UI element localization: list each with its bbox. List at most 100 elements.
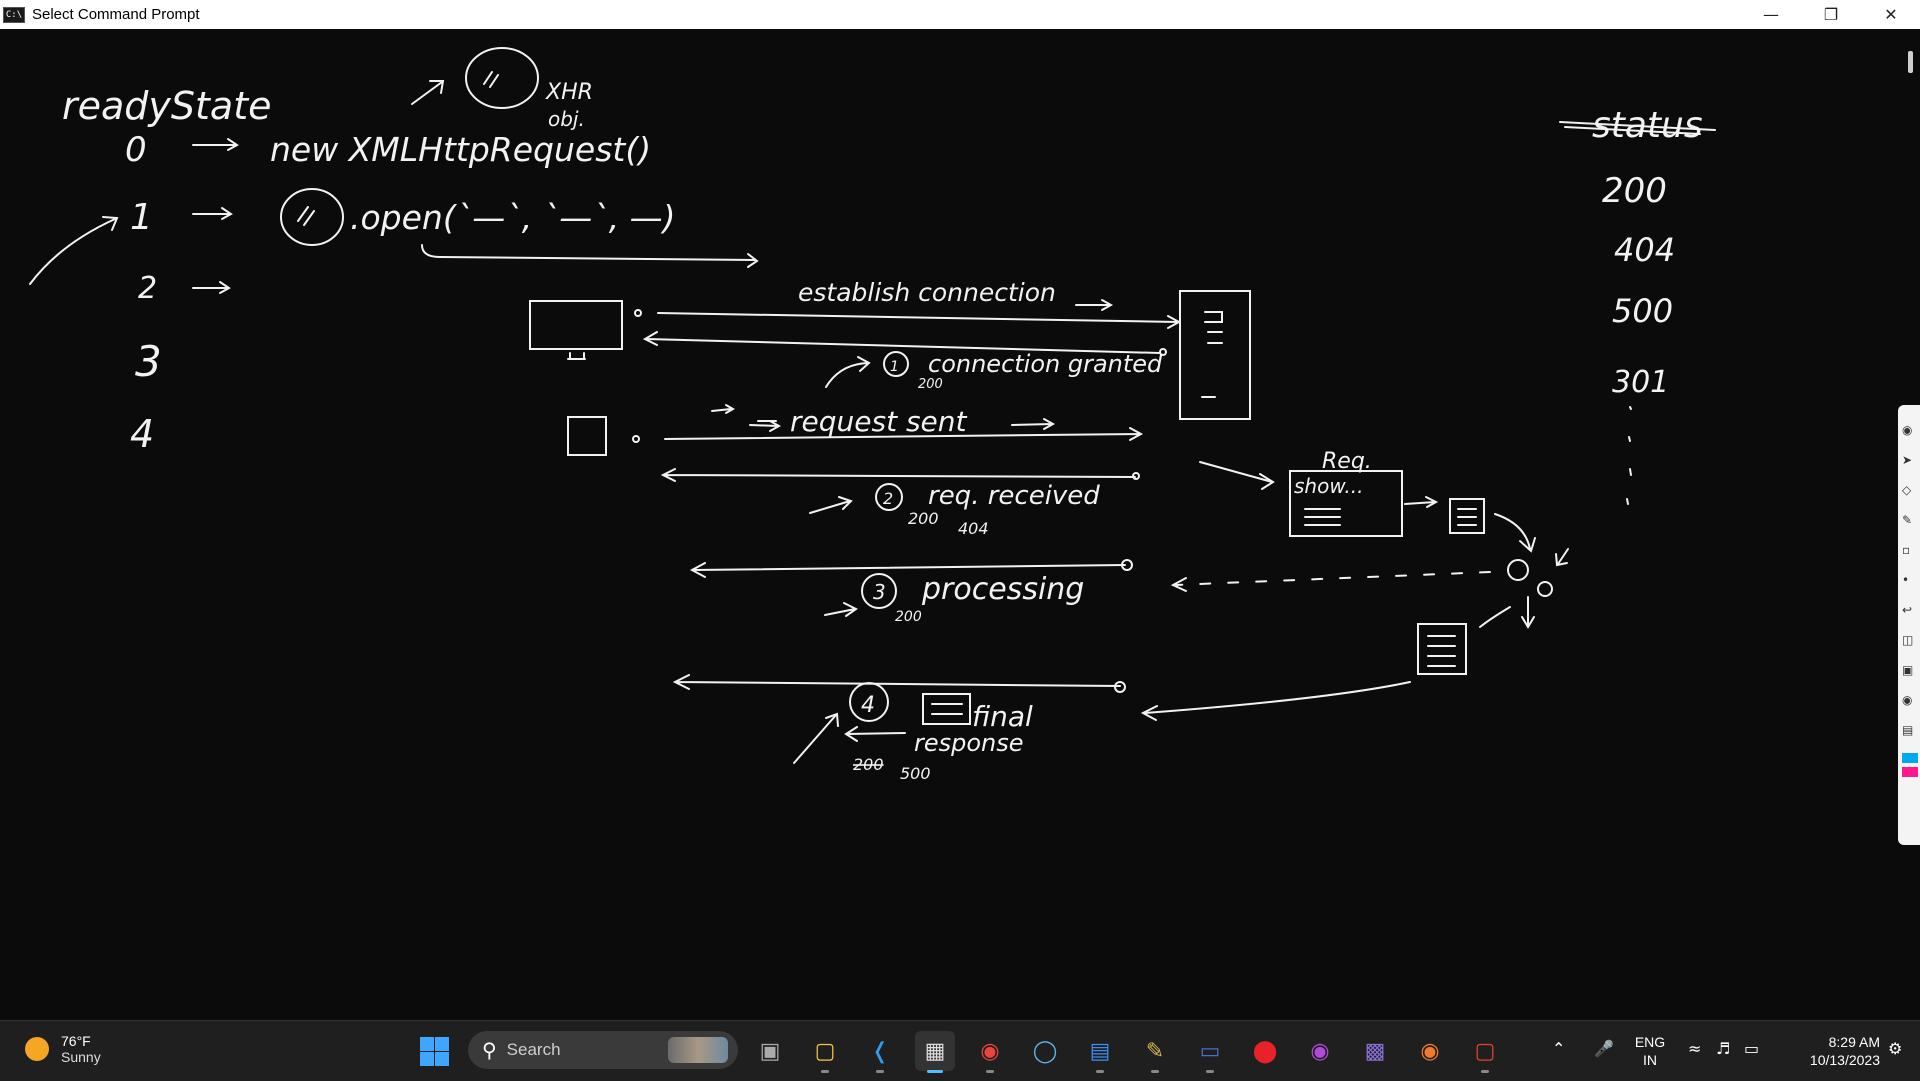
title-bar: C:\ Select Command Prompt — ❐ ✕ — [0, 0, 1920, 29]
step4-number: 4 — [861, 693, 875, 718]
wifi-icon[interactable]: ≈ — [1688, 1039, 1701, 1058]
color-swatch-pink[interactable] — [1902, 767, 1918, 777]
final-doc-box — [922, 693, 971, 725]
status-code-500: 500 — [1612, 292, 1673, 330]
state-1-text: .open(`—`, `—`, —) — [350, 198, 676, 237]
volume-icon[interactable]: ♬ — [1716, 1039, 1730, 1058]
clock-date: 10/13/2023 — [1809, 1052, 1880, 1068]
state-0-number: 0 — [125, 130, 147, 170]
globe-app-button[interactable]: ◯ — [1025, 1031, 1065, 1071]
response-return-arrow — [672, 674, 1121, 690]
restore-button[interactable]: ❐ — [1801, 0, 1861, 29]
final-response-arrow — [1140, 681, 1411, 721]
step2-code-b: 404 — [958, 519, 989, 538]
weather-desc: Sunny — [61, 1049, 101, 1065]
step1-number: 1 — [890, 359, 899, 375]
step4-code-b: 500 — [900, 764, 931, 783]
red-app-button[interactable]: ▢ — [1465, 1031, 1505, 1073]
request-doc-box — [567, 416, 607, 456]
mask-app-button[interactable]: ◉ — [1300, 1031, 1340, 1071]
clipboard-icon[interactable]: ▤ — [1902, 723, 1918, 737]
minimize-button[interactable]: — — [1741, 0, 1801, 29]
state2-arrow — [192, 281, 231, 294]
color-swatch-blue[interactable] — [1902, 753, 1918, 763]
window-title: Select Command Prompt — [32, 6, 200, 23]
cursor-icon[interactable]: ➤ — [1902, 453, 1918, 467]
step3-code: 200 — [895, 609, 922, 625]
whiteboard-canvas[interactable]: readyState XHR obj. status 0 new XMLHttp… — [0, 29, 1900, 1020]
screen-icon[interactable]: ▣ — [1902, 663, 1918, 677]
language-indicator[interactable]: ENG IN — [1630, 1033, 1670, 1069]
state0-arrow — [192, 138, 239, 151]
step4-code-a: 200 — [853, 755, 884, 774]
paint-brush-button[interactable]: ✎ — [1135, 1031, 1175, 1073]
start-button[interactable] — [418, 1035, 450, 1067]
battery-icon[interactable]: ▭ — [1744, 1039, 1759, 1058]
system-clock[interactable]: 8:29 AM 10/13/2023 — [1780, 1033, 1880, 1069]
scroll-thumb[interactable] — [1908, 51, 1913, 73]
minimize-icon: — — [1763, 5, 1779, 24]
app-window-button[interactable]: ▭ — [1190, 1031, 1230, 1073]
dot-icon[interactable]: • — [1902, 573, 1918, 587]
pen-icon[interactable]: ✎ — [1902, 513, 1918, 527]
step2-number: 2 — [883, 489, 893, 508]
opera-button[interactable]: ⬤ — [1245, 1031, 1285, 1071]
status-heading: status — [1592, 105, 1703, 146]
ready-state-heading: readyState — [62, 84, 271, 128]
restore-icon: ❐ — [1823, 5, 1839, 24]
trash-icon[interactable]: ◫ — [1902, 633, 1918, 647]
taskbar-search[interactable]: ⚲ Search — [468, 1031, 738, 1069]
sun-icon — [25, 1037, 49, 1061]
search-highlight-image — [668, 1037, 728, 1063]
state1-arrow — [192, 207, 233, 220]
client-monitor — [529, 300, 623, 350]
camera-icon[interactable]: ◉ — [1902, 693, 1918, 707]
left-curved-arrow — [29, 216, 119, 285]
notification-icon[interactable]: ⚙ — [1888, 1039, 1902, 1058]
obj-label: obj. — [548, 107, 585, 131]
status-code-200: 200 — [1602, 171, 1667, 211]
terminal-button[interactable]: ▦ — [915, 1031, 955, 1073]
response-label: response — [914, 729, 1024, 757]
file-explorer-button[interactable]: ▢ — [805, 1031, 845, 1073]
eye-icon[interactable]: ◉ — [1902, 423, 1918, 437]
notepad-button[interactable]: ▤ — [1080, 1031, 1120, 1073]
lang-line1: ENG — [1634, 1034, 1666, 1050]
chrome-button[interactable]: ◉ — [970, 1031, 1010, 1073]
establish-connection-label: establish connection — [798, 278, 1056, 307]
request-sent-label: request sent — [790, 405, 968, 438]
open-underline — [421, 244, 759, 268]
annotation-toolbar: ◉ ➤ ◇ ✎ ▫ • ↩ ◫ ▣ ◉ ▤ — [1898, 405, 1920, 845]
weather-widget[interactable]: 76°F Sunny — [25, 1033, 101, 1065]
step2-code-a: 200 — [908, 509, 939, 528]
xhr-object-circle — [465, 47, 539, 109]
grid-app-button[interactable]: ▩ — [1355, 1031, 1395, 1071]
step1-code: 200 — [918, 377, 943, 392]
req-received-label: req. received — [928, 481, 1100, 511]
microphone-icon[interactable]: 🎤 — [1594, 1039, 1614, 1058]
xhr-circle-marks — [483, 71, 499, 88]
processing-label: processing — [921, 572, 1084, 607]
establish-arrow — [657, 312, 1182, 329]
close-button[interactable]: ✕ — [1861, 0, 1920, 29]
status-code-301: 301 — [1612, 365, 1669, 400]
chevron-up-icon[interactable]: ⌃ — [1552, 1039, 1565, 1058]
state-1-number: 1 — [130, 197, 153, 238]
state-4-number: 4 — [130, 412, 154, 456]
xhr-arrow — [411, 80, 445, 105]
lang-line2: IN — [1643, 1052, 1657, 1068]
search-icon: ⚲ — [482, 1038, 497, 1062]
undo-icon[interactable]: ↩ — [1902, 603, 1918, 617]
search-placeholder: Search — [506, 1040, 561, 1059]
firefox-button[interactable]: ◉ — [1410, 1031, 1450, 1071]
cmd-app-icon: C:\ — [3, 6, 25, 23]
taskbar: 76°F Sunny ⚲ Search ▣ ▢ ❬ ▦ ◉ ◯ ▤ ✎ ▭ ⬤ … — [0, 1020, 1920, 1081]
req-box-label: show... — [1294, 474, 1363, 498]
tag-icon[interactable]: ◇ — [1902, 483, 1918, 497]
eraser-icon[interactable]: ▫ — [1902, 543, 1918, 557]
ink-drawing: readyState XHR obj. status 0 new XMLHttp… — [29, 47, 1716, 783]
vscode-button[interactable]: ❬ — [860, 1031, 900, 1073]
state-0-text: new XMLHttpRequest() — [270, 130, 651, 169]
task-view-button[interactable]: ▣ — [750, 1031, 790, 1071]
windows-logo-icon — [420, 1037, 434, 1051]
